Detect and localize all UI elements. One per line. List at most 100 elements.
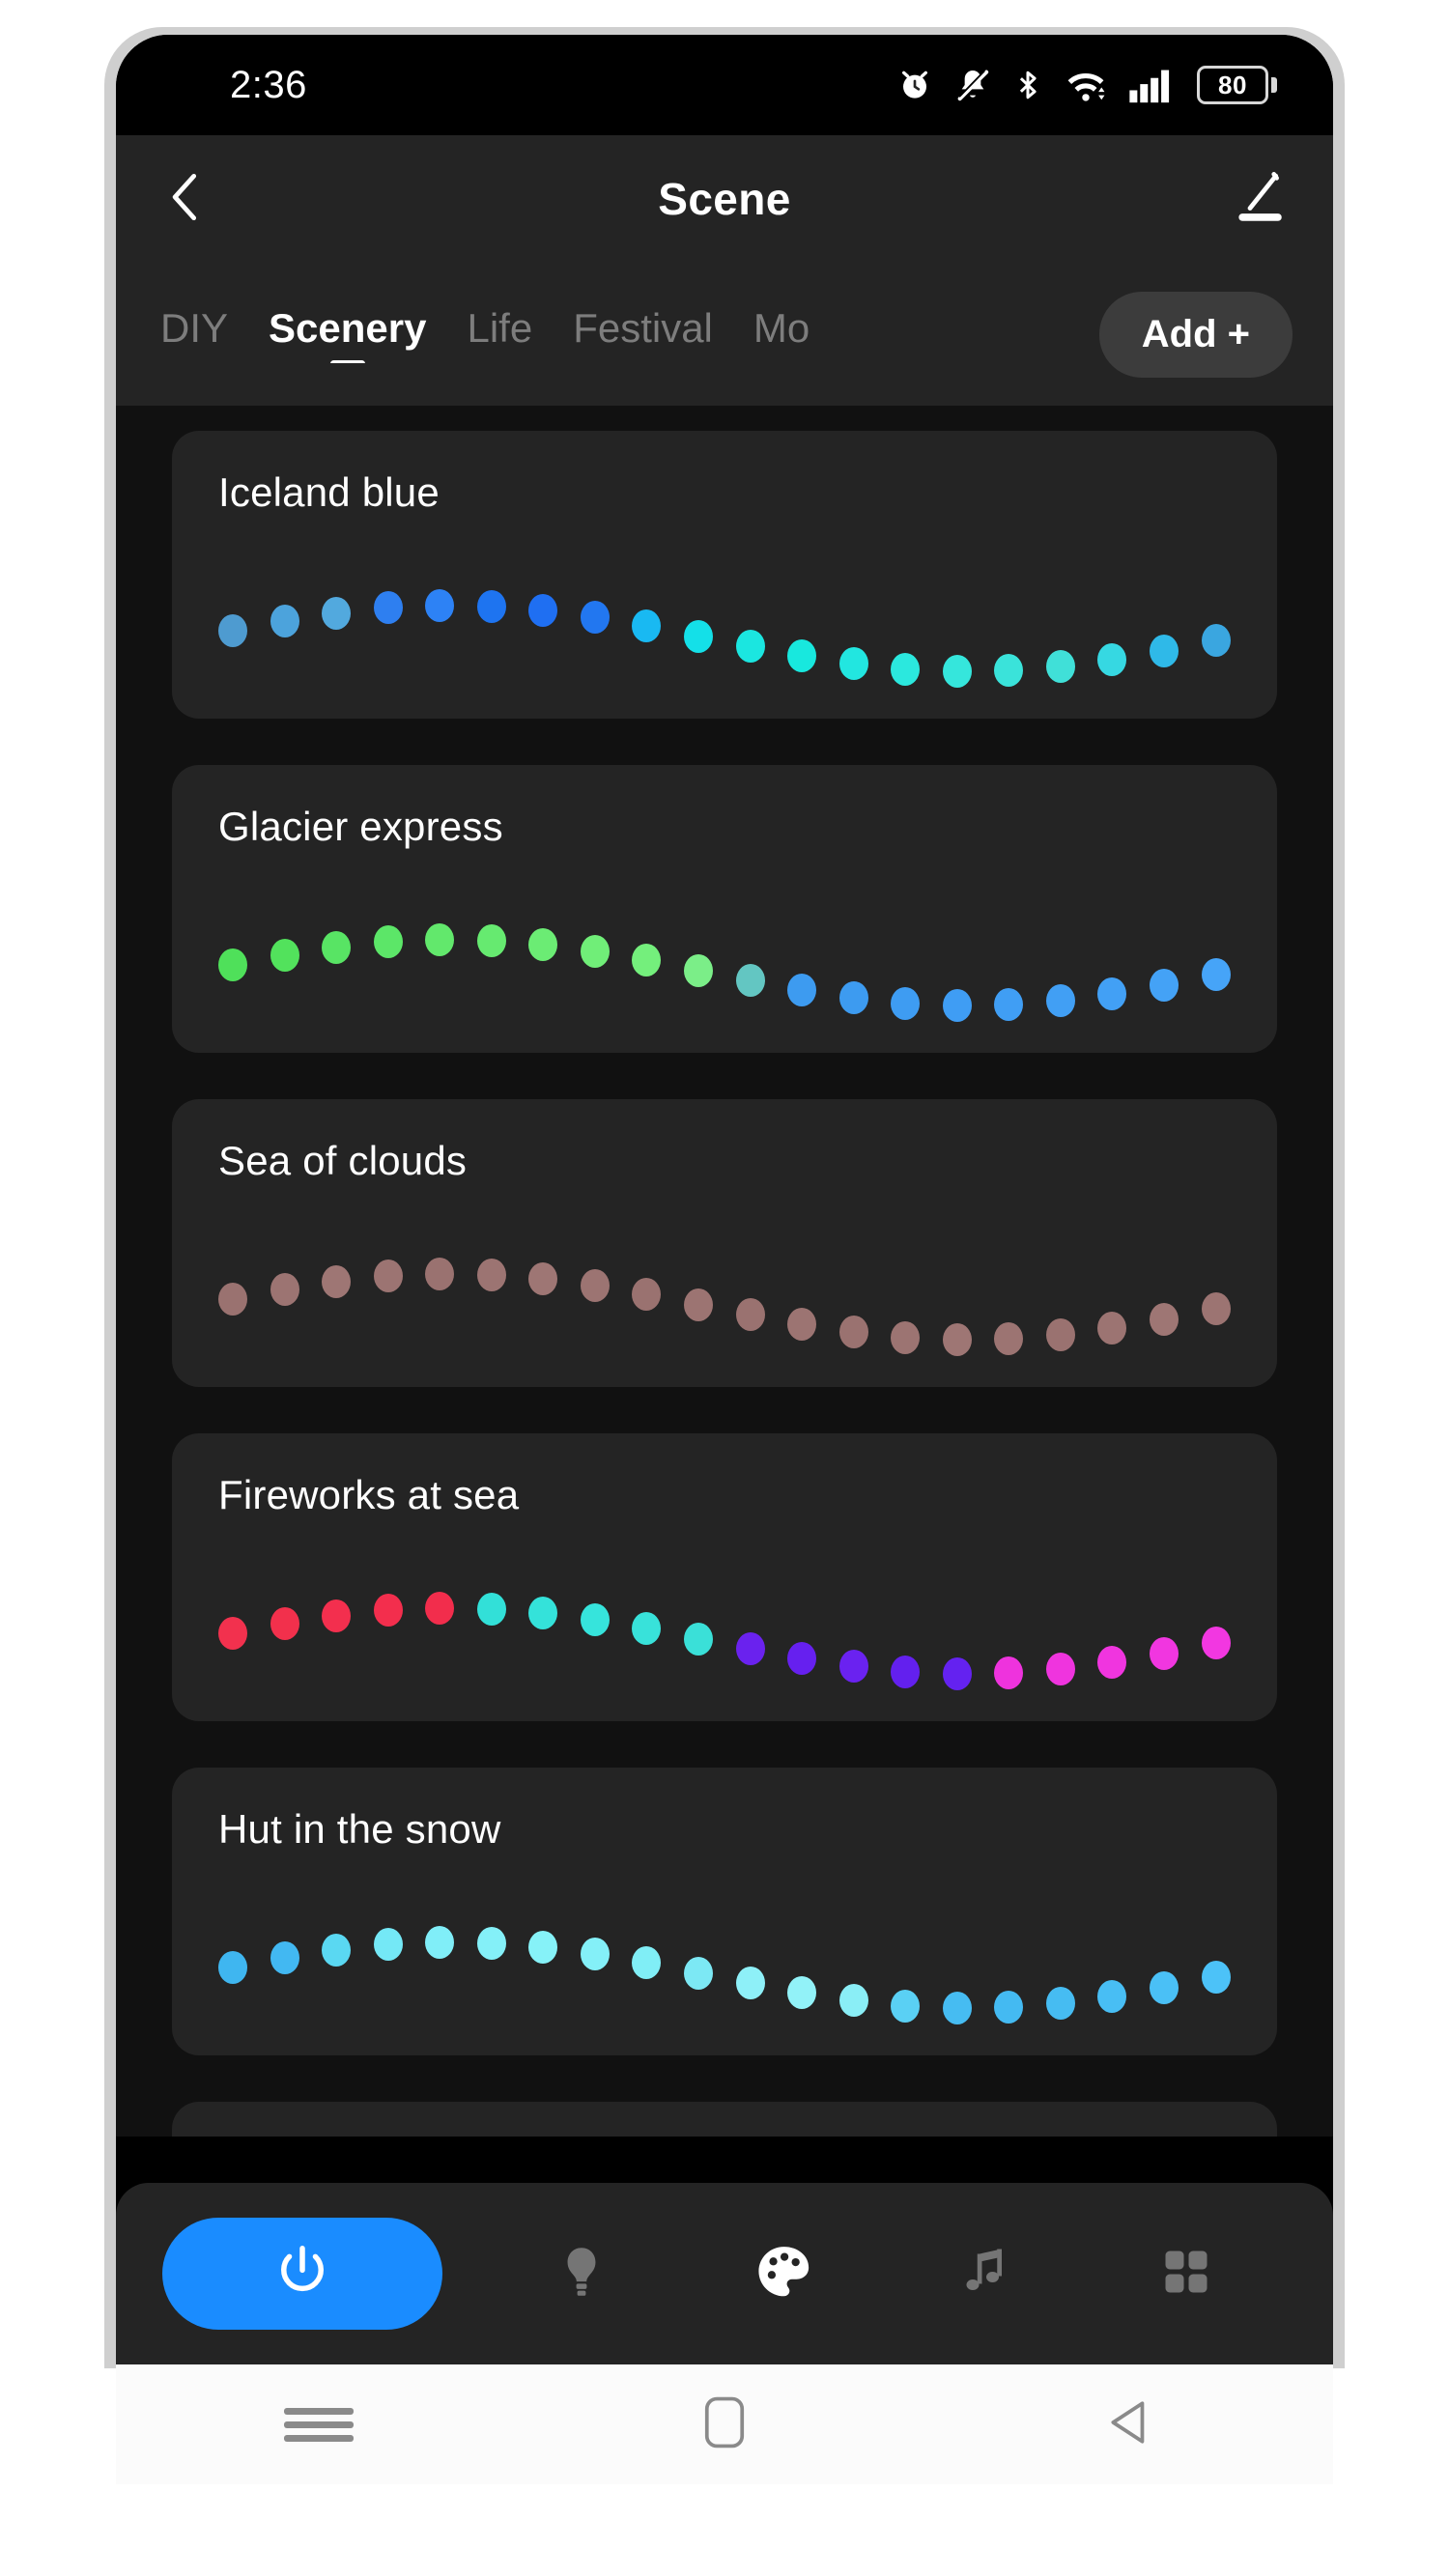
grid-button[interactable] xyxy=(1133,2221,1239,2327)
back-button[interactable] xyxy=(160,167,247,232)
color-dot xyxy=(270,604,299,637)
color-dot xyxy=(1150,1302,1179,1336)
scene-card-partial[interactable] xyxy=(172,2102,1277,2137)
scene-card[interactable]: Sea of clouds xyxy=(172,1099,1277,1387)
status-icons: 80 xyxy=(895,66,1277,104)
color-dot xyxy=(580,1269,610,1303)
scene-name: Fireworks at sea xyxy=(218,1472,520,1517)
battery-tip xyxy=(1271,77,1277,93)
color-dot xyxy=(735,630,765,664)
scene-card[interactable]: Glacier express xyxy=(172,765,1277,1053)
color-dot xyxy=(994,1656,1024,1689)
edit-button[interactable] xyxy=(1202,169,1289,230)
music-note-icon xyxy=(955,2243,1013,2306)
color-dot xyxy=(580,1938,610,1971)
color-dot xyxy=(373,925,403,959)
color-dot xyxy=(373,591,403,625)
palette-button[interactable] xyxy=(730,2221,837,2327)
color-dot xyxy=(270,1606,299,1640)
color-dot xyxy=(373,1594,403,1628)
color-dot xyxy=(270,1940,299,1974)
color-dot xyxy=(684,1956,714,1990)
color-dot xyxy=(425,1592,455,1626)
color-dot xyxy=(1150,634,1179,667)
status-time: 2:36 xyxy=(230,63,307,106)
color-dot xyxy=(1045,1317,1075,1351)
color-dot xyxy=(322,1264,352,1298)
color-dot xyxy=(891,1989,921,2023)
music-button[interactable] xyxy=(931,2221,1037,2327)
color-dot xyxy=(476,1259,506,1292)
color-dot xyxy=(632,1278,662,1312)
scene-name: Iceland blue xyxy=(218,469,440,515)
status-bar: 2:36 80 xyxy=(116,35,1333,135)
bottom-control-bar xyxy=(116,2183,1333,2364)
color-dot xyxy=(1097,1645,1127,1679)
color-dot xyxy=(787,974,817,1007)
recents-button[interactable] xyxy=(251,2401,386,2449)
screen-root: 2:36 80 Scene DIY Scenery Life Festival … xyxy=(0,0,1449,2576)
color-dot xyxy=(1201,624,1231,658)
color-dot xyxy=(787,639,817,673)
color-dot xyxy=(994,1321,1024,1355)
tab-festival[interactable]: Festival xyxy=(573,305,713,363)
color-dot xyxy=(684,1288,714,1321)
color-dot xyxy=(891,1655,921,1688)
color-dot xyxy=(1150,1636,1179,1670)
color-dot xyxy=(1201,1961,1231,1995)
scene-card[interactable]: Hut in the snow xyxy=(172,1768,1277,2055)
color-dot xyxy=(528,1931,558,1965)
color-dot xyxy=(1045,983,1075,1017)
color-dot xyxy=(1097,642,1127,676)
tab-diy[interactable]: DIY xyxy=(160,305,228,363)
color-dot xyxy=(632,1946,662,1980)
color-dot xyxy=(838,981,868,1015)
color-dot xyxy=(425,1926,455,1960)
tab-mo[interactable]: Mo xyxy=(753,305,810,363)
color-dot xyxy=(735,1967,765,2000)
scene-color-preview xyxy=(218,1252,1242,1356)
color-dot xyxy=(684,619,714,653)
back-button-nav[interactable] xyxy=(1063,2396,1198,2453)
color-dot xyxy=(270,938,299,972)
tab-scenery[interactable]: Scenery xyxy=(269,305,426,363)
tab-life[interactable]: Life xyxy=(467,305,532,363)
color-dot xyxy=(735,1298,765,1332)
color-dot xyxy=(580,601,610,635)
color-dot xyxy=(994,1990,1024,2024)
color-dot xyxy=(425,589,455,623)
color-dot xyxy=(838,1650,868,1684)
color-dot xyxy=(218,1616,247,1650)
bottom-bar-icons xyxy=(442,2221,1287,2327)
back-triangle-icon xyxy=(1104,2396,1156,2453)
scene-card[interactable]: Iceland blue xyxy=(172,431,1277,719)
color-dot xyxy=(476,1593,506,1627)
power-button[interactable] xyxy=(162,2218,442,2330)
color-dot xyxy=(528,928,558,962)
color-dot xyxy=(322,1933,352,1967)
color-dot xyxy=(373,1260,403,1293)
color-dot xyxy=(1045,1652,1075,1685)
color-dot xyxy=(684,953,714,987)
palette-icon xyxy=(752,2240,815,2308)
color-dot xyxy=(684,1622,714,1656)
android-nav-bar xyxy=(116,2364,1333,2484)
color-dot xyxy=(322,1599,352,1632)
app-header: Scene xyxy=(116,135,1333,263)
color-dot xyxy=(1097,977,1127,1010)
color-dot xyxy=(891,986,921,1020)
color-dot xyxy=(838,1316,868,1349)
color-dot xyxy=(528,1597,558,1630)
scene-list[interactable]: Iceland blue Glacier express Sea of clouds… xyxy=(116,406,1333,2137)
scene-card[interactable]: Fireworks at sea xyxy=(172,1433,1277,1721)
color-dot xyxy=(425,1258,455,1291)
color-dot xyxy=(476,590,506,624)
color-dot xyxy=(322,930,352,964)
scene-color-preview xyxy=(218,583,1242,688)
battery-level: 80 xyxy=(1197,66,1268,104)
add-scene-button[interactable]: Add + xyxy=(1098,291,1293,378)
color-dot xyxy=(1045,1986,1075,2020)
color-dot xyxy=(425,923,455,957)
home-button[interactable] xyxy=(657,2394,792,2455)
bulb-button[interactable] xyxy=(528,2221,635,2327)
